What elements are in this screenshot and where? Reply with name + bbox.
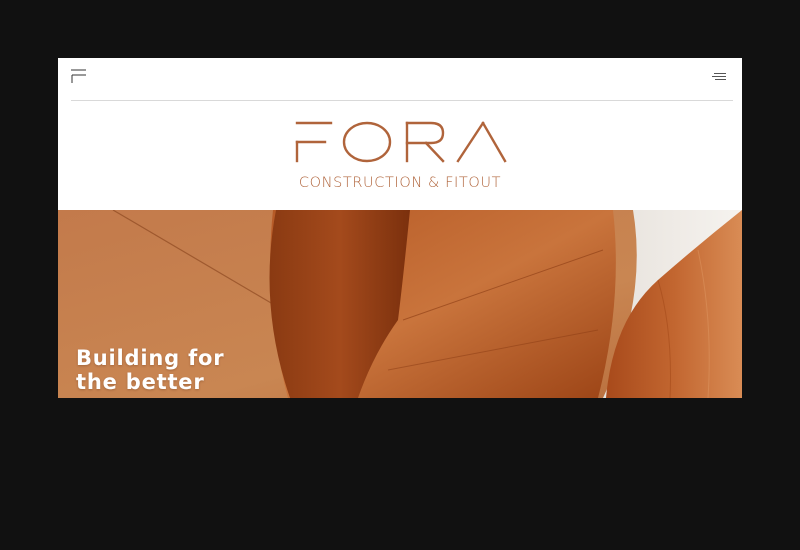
fora-monogram-icon[interactable] bbox=[71, 69, 87, 83]
logo-block[interactable]: FORA CONSTRUCTION & FITOUT bbox=[58, 101, 742, 210]
brand-tagline: CONSTRUCTION & FITOUT bbox=[298, 175, 502, 191]
hamburger-menu-icon[interactable] bbox=[712, 71, 728, 83]
hero-banner: Building for the better bbox=[58, 210, 742, 398]
hero-headline: Building for the better bbox=[76, 346, 224, 394]
site-header bbox=[58, 58, 742, 100]
fora-wordmark bbox=[295, 121, 507, 163]
hero-headline-line-2: the better bbox=[76, 370, 205, 394]
brand-name: FORA bbox=[58, 101, 59, 102]
hero-headline-line-1: Building for bbox=[76, 346, 225, 370]
website-frame: FORA CONSTRUCTION & FITOUT bbox=[58, 58, 742, 398]
